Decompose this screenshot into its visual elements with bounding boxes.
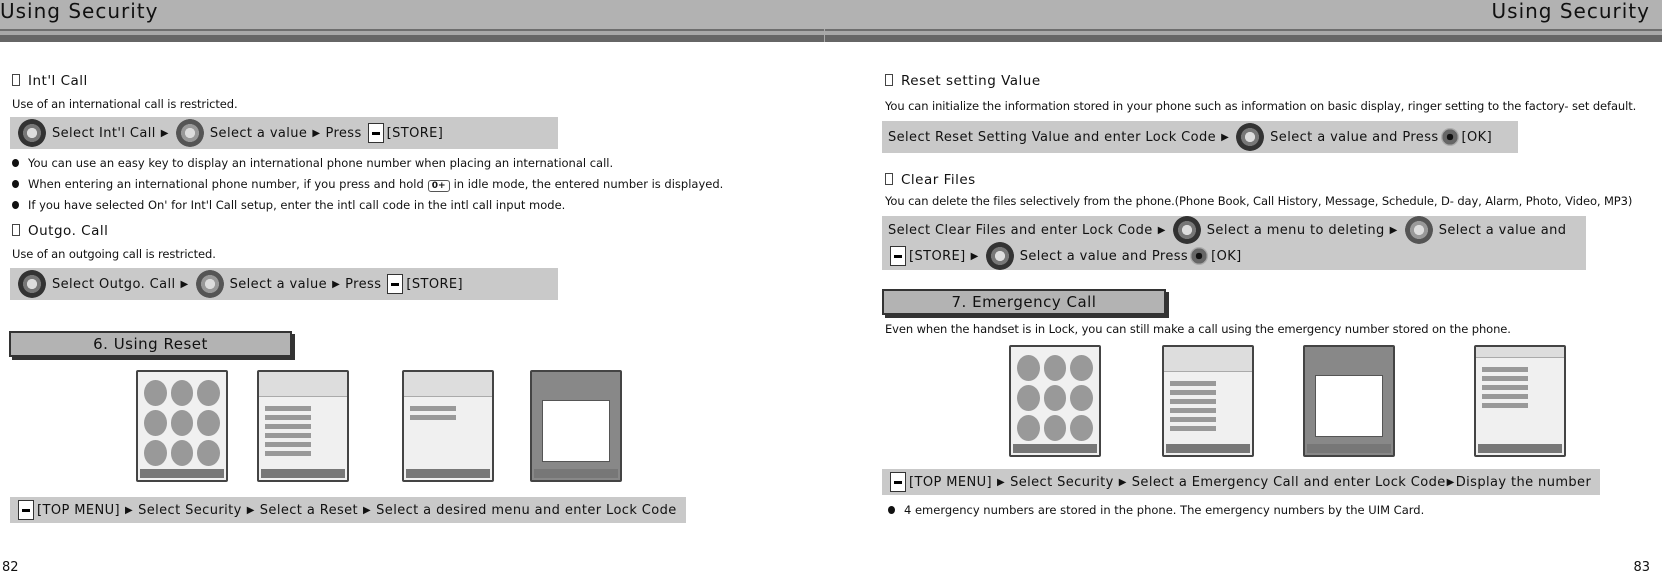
arrow-icon: ▶	[1446, 476, 1455, 488]
section-title-intl-call: Int'l Call	[12, 73, 88, 89]
emergency-step-bar: [TOP MENU] ▶ Select Security ▶ Select a …	[882, 469, 1600, 495]
nav-key-icon	[18, 119, 46, 147]
reset-value-step-bar: Select Reset Setting Value and enter Loc…	[882, 121, 1518, 153]
arrow-icon: ▶	[180, 278, 189, 290]
nav-key-icon	[985, 242, 1014, 270]
arrow-icon: ▶	[124, 504, 134, 516]
phone-screenshot	[1162, 345, 1254, 457]
outgo-call-step-bar: Select Outgo. Call ▶ Select a value ▶ Pr…	[10, 268, 558, 300]
phone-screenshot	[1303, 345, 1395, 457]
nav-key-icon	[175, 119, 204, 147]
intl-call-step-bar: Select Int'l Call ▶ Select a value ▶ Pre…	[10, 117, 558, 149]
soft-key-icon	[18, 500, 34, 520]
page-header: Using Security Using Security	[0, 0, 1662, 42]
section-title-reset-value: Reset setting Value	[885, 73, 1041, 89]
nav-key-icon	[18, 270, 46, 298]
arrow-icon: ▶	[312, 127, 321, 139]
page-number-right: 83	[1633, 560, 1650, 575]
soft-key-icon	[367, 123, 384, 143]
header-title-right: Using Security	[1491, 0, 1650, 23]
nav-key-icon	[1236, 123, 1265, 151]
phone-screenshot	[402, 370, 494, 482]
reset-step-bar: [TOP MENU] ▶ Select Security ▶ Select a …	[10, 497, 686, 523]
arrow-icon: ▶	[970, 250, 979, 262]
reset-value-description: You can initialize the information store…	[885, 99, 1637, 113]
phone-screenshot	[530, 370, 622, 482]
arrow-icon: ▶	[1118, 476, 1127, 488]
arrow-icon: ▶	[1221, 131, 1230, 143]
clear-files-step-bar: Select Clear Files and enter Lock Code ▶…	[882, 216, 1586, 270]
arrow-icon: ▶	[363, 504, 372, 516]
bullet-item: 4 emergency numbers are stored in the ph…	[888, 503, 1424, 517]
ok-key-icon	[1440, 128, 1459, 146]
arrow-icon: ▶	[1157, 224, 1166, 236]
bullet-icon	[12, 180, 19, 188]
phone-screenshot	[1474, 345, 1566, 457]
zero-plus-key-icon: 0+	[427, 180, 450, 192]
phone-screenshot	[136, 370, 228, 482]
soft-key-icon	[890, 246, 906, 266]
bullet-item: You can use an easy key to display an in…	[12, 156, 613, 170]
soft-key-icon	[890, 472, 906, 492]
arrow-icon: ▶	[332, 278, 341, 290]
header-title-left: Using Security	[0, 0, 159, 23]
arrow-icon: ▶	[246, 504, 255, 516]
nav-key-icon	[1404, 216, 1433, 244]
bullet-item: When entering an international phone num…	[12, 177, 723, 192]
nav-key-icon	[195, 270, 224, 298]
page-number-left: 82	[2, 560, 19, 575]
clear-files-description: You can delete the files selectively fro…	[885, 194, 1633, 208]
chapter-heading-emergency-call: 7. Emergency Call	[882, 289, 1166, 315]
intl-call-description: Use of an international call is restrict…	[12, 97, 238, 111]
emergency-description: Even when the handset is in Lock, you ca…	[885, 322, 1511, 336]
nav-key-icon	[1172, 216, 1201, 244]
checkbox-icon	[885, 173, 893, 185]
arrow-icon: ▶	[996, 476, 1006, 488]
bullet-icon	[888, 506, 895, 514]
arrow-icon: ▶	[1389, 224, 1398, 236]
ok-key-icon	[1190, 247, 1209, 265]
phone-screenshot	[257, 370, 349, 482]
soft-key-icon	[387, 274, 404, 294]
outgo-call-description: Use of an outgoing call is restricted.	[12, 247, 216, 261]
checkbox-icon	[885, 74, 893, 86]
arrow-icon: ▶	[160, 127, 169, 139]
checkbox-icon	[12, 224, 20, 236]
chapter-heading-using-reset: 6. Using Reset	[9, 331, 292, 357]
bullet-icon	[12, 159, 19, 167]
bullet-item: If you have selected On' for Int'l Call …	[12, 198, 565, 212]
phone-screenshot	[1009, 345, 1101, 457]
checkbox-icon	[12, 74, 20, 86]
section-title-clear-files: Clear Files	[885, 172, 976, 188]
bullet-icon	[12, 201, 19, 209]
section-title-outgo-call: Outgo. Call	[12, 223, 108, 239]
